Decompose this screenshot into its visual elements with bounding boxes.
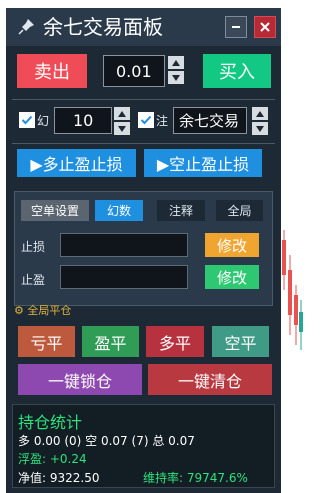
margin-level: 维持率: 79747.6%	[143, 471, 248, 485]
lock-positions-button[interactable]: 一键锁仓	[18, 364, 142, 395]
take-profit-label: 止盈	[21, 273, 46, 287]
magic-label: 幻	[37, 114, 50, 128]
background-chart	[282, 230, 303, 350]
comment-next-button[interactable]	[252, 122, 268, 135]
close-icon	[260, 22, 270, 32]
stop-loss-label: 止损	[21, 240, 46, 254]
increase-magic-button[interactable]	[114, 107, 130, 120]
modify-stop-loss-button[interactable]: 修改	[205, 233, 259, 257]
trading-panel: 余七交易面板 卖出 0.01 买入 幻 10 注 余七交易 ▶多止盈止损 ▶空止…	[6, 8, 281, 493]
comment-prev-button[interactable]	[252, 107, 268, 120]
floating-profit: 浮盈: +0.24	[18, 452, 87, 466]
positions-summary: 多 0.00 (0) 空 0.07 (7) 总 0.07	[18, 434, 195, 448]
decrease-magic-button[interactable]	[114, 122, 130, 135]
modify-take-profit-button[interactable]: 修改	[205, 265, 259, 289]
stats-title: 持仓统计	[18, 413, 83, 432]
title-bar[interactable]: 余七交易面板	[6, 8, 281, 46]
tab-global[interactable]: 全局	[216, 200, 263, 221]
stop-loss-input[interactable]	[60, 233, 188, 257]
close-profitable-button[interactable]: 盈平	[82, 326, 139, 357]
divider	[12, 99, 275, 100]
checkmark-icon	[140, 115, 152, 125]
increase-lot-button[interactable]	[168, 56, 184, 69]
magic-checkbox[interactable]	[19, 112, 35, 128]
pin-icon	[18, 19, 34, 35]
position-stats: 持仓统计 多 0.00 (0) 空 0.07 (7) 总 0.07 浮盈: +0…	[12, 404, 275, 488]
comment-checkbox[interactable]	[138, 112, 154, 128]
triangle-up-icon	[172, 59, 180, 66]
equity-value: 净值: 9322.50	[18, 471, 100, 485]
tab-short-settings[interactable]: 空单设置	[21, 200, 89, 221]
window-title: 余七交易面板	[43, 15, 163, 39]
triangle-down-icon	[256, 125, 264, 132]
minimize-icon	[232, 26, 240, 28]
triangle-up-icon	[118, 110, 126, 117]
close-button[interactable]	[254, 16, 276, 38]
checkmark-icon	[21, 115, 33, 125]
close-short-button[interactable]: 空平	[212, 326, 269, 357]
lot-size-input[interactable]: 0.01	[103, 55, 165, 87]
short-sltp-button[interactable]: ▶空止盈止损	[144, 149, 262, 177]
divider	[12, 143, 275, 144]
buy-button[interactable]: 买入	[203, 54, 271, 88]
triangle-down-icon	[118, 125, 126, 132]
tab-magic[interactable]: 幻数	[95, 200, 143, 221]
lot-size-stepper[interactable]	[168, 56, 184, 84]
decrease-lot-button[interactable]	[168, 71, 184, 84]
minimize-button[interactable]	[225, 16, 247, 38]
global-close-tag: ⚙ 全局平仓	[14, 304, 71, 317]
long-sltp-button[interactable]: ▶多止盈止损	[17, 149, 136, 177]
comment-input[interactable]: 余七交易	[173, 107, 247, 134]
comment-stepper[interactable]	[252, 107, 268, 135]
clear-positions-button[interactable]: 一键清仓	[148, 364, 272, 395]
take-profit-input[interactable]	[60, 265, 188, 289]
magic-number-stepper[interactable]	[114, 107, 130, 135]
close-losing-button[interactable]: 亏平	[18, 326, 75, 357]
comment-label: 注	[156, 114, 169, 128]
global-close-label: 全局平仓	[27, 304, 72, 317]
gear-icon: ⚙	[14, 304, 24, 317]
sell-button[interactable]: 卖出	[17, 54, 87, 88]
triangle-up-icon	[256, 110, 264, 117]
close-long-button[interactable]: 多平	[146, 326, 204, 357]
tab-comment[interactable]: 注释	[157, 200, 205, 221]
sltp-settings-panel: 空单设置 幻数 注释 全局 止损 修改 止盈 修改	[14, 191, 273, 306]
magic-number-input[interactable]: 10	[54, 107, 112, 134]
triangle-down-icon	[172, 74, 180, 81]
